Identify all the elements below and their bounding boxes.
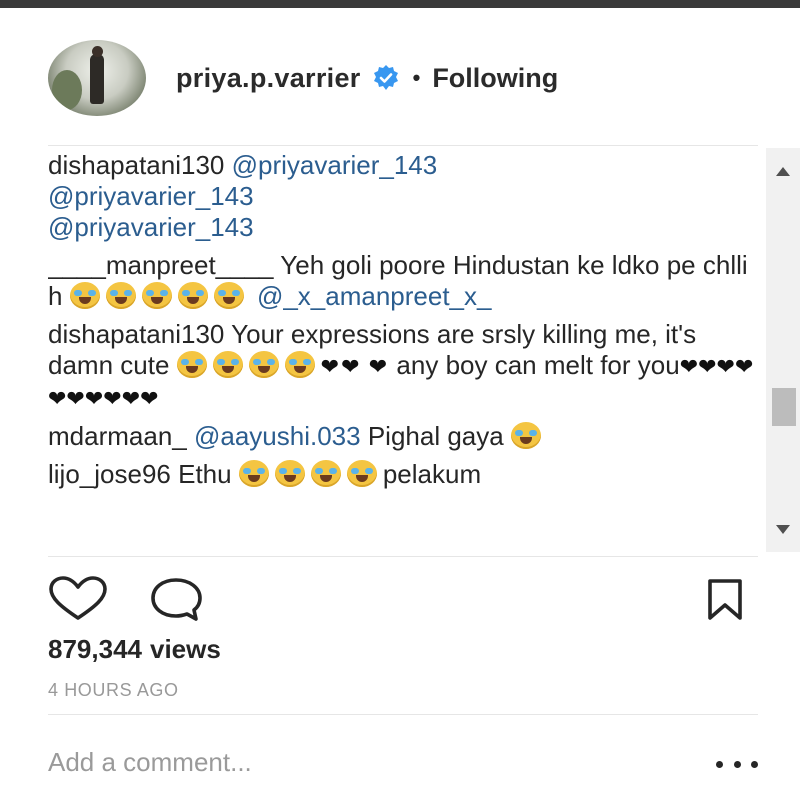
crying-emoji-icon <box>248 351 279 378</box>
triangle-down-icon[interactable] <box>766 514 800 544</box>
post-actions <box>48 574 758 624</box>
avatar[interactable] <box>48 40 146 116</box>
avatar-figure <box>90 54 104 104</box>
views-count[interactable]: 879,344 views <box>48 634 221 665</box>
comment-mention[interactable]: @priyavarier_143 <box>48 181 254 211</box>
heart-emoji-icon: ❤ <box>368 354 388 379</box>
views-label: views <box>149 634 221 664</box>
tears-of-joy-emoji-icon <box>213 282 244 309</box>
window-top-bar <box>0 0 800 8</box>
comments-scrollbar[interactable] <box>766 148 800 552</box>
comments-list: dishapatani130 @priyavarier_143 @priyava… <box>48 150 760 554</box>
comment-text: Pighal gaya <box>367 421 504 451</box>
username-link[interactable]: priya.p.varrier <box>176 63 361 94</box>
comment-text: Ethu <box>178 459 232 489</box>
emoji-icon <box>274 460 305 487</box>
comment-mention[interactable]: @_x_amanpreet_x_ <box>257 281 492 311</box>
comment-item: lijo_jose96 Ethu pelakum <box>48 459 760 490</box>
crying-emoji-icon <box>212 351 243 378</box>
heart-outline-icon[interactable] <box>48 576 108 624</box>
comment-username[interactable]: ____manpreet____ <box>48 250 274 280</box>
comment-item: ____manpreet____ Yeh goli poore Hindusta… <box>48 250 760 312</box>
post-timestamp[interactable]: 4 HOURS AGO <box>48 680 179 701</box>
triangle-up-icon[interactable] <box>766 156 800 186</box>
comment-item: mdarmaan_ @aayushi.033 Pighal gaya <box>48 421 760 452</box>
tears-of-joy-emoji-icon <box>141 282 172 309</box>
header-separator: • <box>412 65 421 90</box>
emoji-icon <box>238 460 269 487</box>
emoji-icon <box>346 460 377 487</box>
comment-username[interactable]: dishapatani130 <box>48 319 224 349</box>
header-divider <box>48 145 758 146</box>
crying-emoji-icon <box>284 351 315 378</box>
bookmark-icon[interactable] <box>704 578 746 622</box>
heart-emoji-icon: ❤ <box>341 354 360 379</box>
heart-emoji-icon: ❤ <box>320 354 340 379</box>
comment-mention[interactable]: @priyavarier_143 <box>48 212 254 242</box>
avatar-figure-head <box>92 46 103 57</box>
tears-of-joy-emoji-icon <box>177 282 208 309</box>
post-header: priya.p.varrier • Following <box>48 40 768 116</box>
comment-username[interactable]: mdarmaan_ <box>48 421 187 451</box>
tears-of-joy-emoji-icon <box>69 282 100 309</box>
crying-emoji-icon <box>176 351 207 378</box>
speech-bubble-icon[interactable] <box>148 576 204 624</box>
comment-mention[interactable]: @priyavarier_143 <box>232 150 438 180</box>
comment-item: dishapatani130 Your expressions are srsl… <box>48 319 760 414</box>
comment-text: any boy can melt for you <box>396 350 680 380</box>
comments-divider <box>48 556 758 557</box>
following-button[interactable]: Following <box>432 63 558 94</box>
emoji-icon <box>310 460 341 487</box>
add-comment-input[interactable] <box>48 747 688 778</box>
comment-text: pelakum <box>382 459 482 489</box>
comment-username[interactable]: dishapatani130 <box>48 150 224 180</box>
tears-of-joy-emoji-icon <box>510 422 541 449</box>
comment-username[interactable]: lijo_jose96 <box>48 459 171 489</box>
avatar-background <box>52 70 82 110</box>
views-number: 879,344 <box>48 634 142 664</box>
verified-badge-icon <box>371 63 401 93</box>
scrollbar-thumb[interactable] <box>772 388 796 426</box>
ellipsis-icon[interactable] <box>716 752 758 776</box>
footer-divider <box>48 714 758 715</box>
comment-mention[interactable]: @aayushi.033 <box>194 421 361 451</box>
tears-of-joy-emoji-icon <box>105 282 136 309</box>
comment-item: dishapatani130 @priyavarier_143 @priyava… <box>48 150 760 243</box>
